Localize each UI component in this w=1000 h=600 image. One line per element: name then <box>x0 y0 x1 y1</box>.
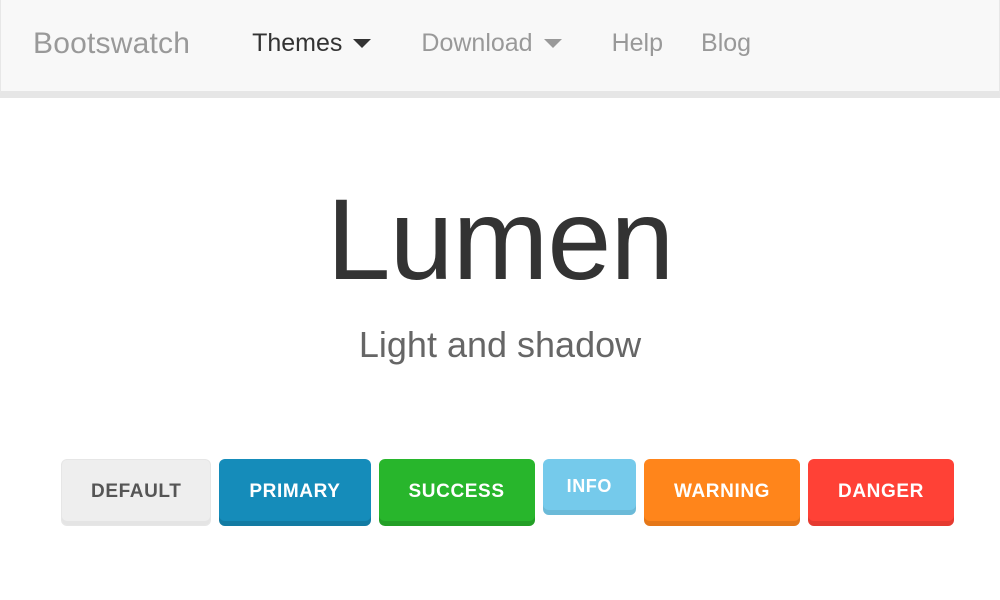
danger-button[interactable]: Danger <box>808 459 954 526</box>
hero-section: Lumen Light and shadow <box>0 98 1000 364</box>
page-subtitle: Light and shadow <box>358 323 642 365</box>
nav-item-blog-label: Blog <box>701 29 752 57</box>
chevron-down-icon <box>353 39 372 48</box>
nav-item-blog[interactable]: Blog <box>701 29 751 58</box>
nav-item-download-label: Download <box>421 29 533 57</box>
warning-button[interactable]: Warning <box>644 459 801 526</box>
chevron-down-icon <box>543 39 562 48</box>
navbar-links: Themes Download Help Blog <box>252 29 751 62</box>
nav-item-download[interactable]: Download <box>421 29 562 58</box>
nav-item-themes[interactable]: Themes <box>252 29 372 58</box>
button-showcase-row: Default Primary Success Info Warning Dan… <box>61 459 954 526</box>
page-title: Lumen <box>326 176 675 304</box>
navbar-brand[interactable]: Bootswatch <box>33 28 190 63</box>
nav-item-help[interactable]: Help <box>612 29 663 58</box>
nav-item-help-label: Help <box>611 29 664 57</box>
primary-button[interactable]: Primary <box>219 459 371 526</box>
info-button[interactable]: Info <box>542 459 636 515</box>
navbar: Bootswatch Themes Download Help Blog <box>0 0 1000 98</box>
success-button[interactable]: Success <box>378 459 535 526</box>
nav-item-themes-label: Themes <box>252 29 343 57</box>
default-button[interactable]: Default <box>61 459 212 526</box>
